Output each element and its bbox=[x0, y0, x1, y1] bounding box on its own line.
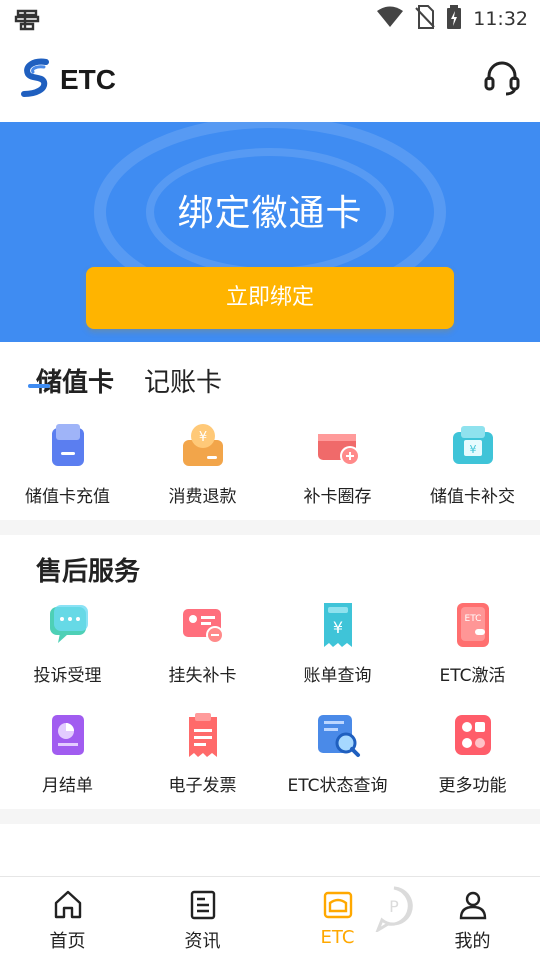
service-title: 售后服务 bbox=[36, 557, 141, 587]
profile-icon bbox=[459, 891, 486, 920]
status-time: 11:32 bbox=[473, 8, 528, 30]
card-topup-label: 储值卡充值 bbox=[25, 487, 110, 507]
wifi-icon bbox=[377, 6, 404, 32]
chat-icon bbox=[49, 605, 88, 643]
card-load-label: 补卡圈存 bbox=[303, 487, 372, 507]
invoice-button[interactable]: 电子发票 bbox=[135, 711, 270, 796]
monthly-statement-icon bbox=[51, 715, 84, 755]
blank-section bbox=[0, 824, 540, 876]
complaint-button[interactable]: 投诉受理 bbox=[0, 601, 135, 686]
status-query-label: ETC状态查询 bbox=[287, 776, 388, 796]
headset-icon[interactable] bbox=[482, 58, 522, 98]
home-icon bbox=[54, 890, 81, 919]
status-bar: 11:32 bbox=[0, 0, 540, 38]
invoice-icon bbox=[188, 713, 217, 757]
lost-card-label: 挂失补卡 bbox=[168, 666, 237, 686]
service-grid-row-2: 月结单 电子发票 ETC状态查询 更多功能 bbox=[0, 711, 540, 796]
more-icon bbox=[454, 715, 491, 755]
svg-text:¥: ¥ bbox=[332, 618, 342, 637]
nav-profile[interactable]: 我的 bbox=[405, 877, 540, 960]
monthly-statement-button[interactable]: 月结单 bbox=[0, 711, 135, 796]
card-section: 储值卡 记账卡 储值卡充值 ¥ 消费退款 补卡圈存 ¥ 储值卡补交 bbox=[0, 342, 540, 520]
watermark: P bbox=[374, 886, 414, 932]
wallet-icon: ¥ bbox=[452, 426, 493, 464]
more-functions-button[interactable]: 更多功能 bbox=[405, 711, 540, 796]
status-search-icon bbox=[317, 715, 360, 757]
card-topup-icon bbox=[51, 424, 84, 466]
card-load-button[interactable]: 补卡圈存 bbox=[270, 422, 405, 507]
card-topup-button[interactable]: 储值卡充值 bbox=[0, 422, 135, 507]
bill-query-button[interactable]: ¥ 账单查询 bbox=[270, 601, 405, 686]
no-sim-icon bbox=[415, 5, 435, 33]
svg-text:¥: ¥ bbox=[198, 430, 206, 445]
wallet-label: 储值卡补交 bbox=[430, 487, 515, 507]
card-load-icon bbox=[317, 434, 360, 466]
hero-title: 绑定徽通卡 bbox=[177, 193, 363, 234]
refund-label: 消费退款 bbox=[168, 487, 237, 507]
brand: ETC bbox=[20, 58, 116, 102]
invoice-label: 电子发票 bbox=[168, 776, 237, 796]
refund-icon: ¥ bbox=[182, 424, 223, 466]
app-header: ETC bbox=[0, 38, 540, 122]
etc-activate-button[interactable]: ETC ETC激活 bbox=[405, 601, 540, 686]
etc-activate-label: ETC激活 bbox=[439, 666, 506, 686]
svg-text:ETC: ETC bbox=[464, 614, 481, 624]
refund-button[interactable]: ¥ 消费退款 bbox=[135, 422, 270, 507]
nav-home-label: 首页 bbox=[49, 931, 86, 952]
card-tabs: 储值卡 记账卡 bbox=[36, 362, 222, 399]
wallet-button[interactable]: ¥ 储值卡补交 bbox=[405, 422, 540, 507]
nav-home[interactable]: 首页 bbox=[0, 877, 135, 960]
lost-card-icon bbox=[182, 609, 224, 644]
app-title: ETC bbox=[60, 64, 116, 95]
etc-logo bbox=[20, 58, 52, 102]
bill-query-label: 账单查询 bbox=[303, 666, 372, 686]
complaint-label: 投诉受理 bbox=[33, 666, 102, 686]
svg-text:P: P bbox=[389, 897, 399, 916]
news-icon bbox=[190, 890, 215, 920]
nav-news[interactable]: 资讯 bbox=[135, 877, 270, 960]
etc-nav-icon bbox=[323, 891, 352, 919]
etc-activate-icon: ETC bbox=[456, 603, 489, 647]
bind-now-button[interactable]: 立即绑定 bbox=[86, 267, 454, 329]
tab-stored-value-card[interactable]: 储值卡 bbox=[36, 362, 114, 399]
service-grid-row-1: 投诉受理 挂失补卡 ¥ 账单查询 ETC ETC激活 bbox=[0, 601, 540, 686]
lost-card-button[interactable]: 挂失补卡 bbox=[135, 601, 270, 686]
nav-news-label: 资讯 bbox=[184, 931, 221, 952]
bug-icon bbox=[14, 6, 40, 38]
battery-icon bbox=[447, 5, 462, 33]
service-section: 售后服务 投诉受理 挂失补卡 ¥ 账单查询 ETC ETC激活 月结单 电子发票… bbox=[0, 535, 540, 809]
more-functions-label: 更多功能 bbox=[438, 776, 507, 796]
bill-icon: ¥ bbox=[323, 603, 352, 647]
monthly-statement-label: 月结单 bbox=[42, 776, 93, 796]
nav-profile-label: 我的 bbox=[454, 931, 491, 952]
status-query-button[interactable]: ETC状态查询 bbox=[270, 711, 405, 796]
tab-charge-card[interactable]: 记账卡 bbox=[144, 362, 222, 399]
nav-etc-label: ETC bbox=[320, 927, 355, 948]
svg-text:¥: ¥ bbox=[469, 443, 476, 456]
card-actions-grid: 储值卡充值 ¥ 消费退款 补卡圈存 ¥ 储值卡补交 bbox=[0, 422, 540, 507]
active-tab-indicator bbox=[28, 384, 50, 388]
bottom-nav: 首页 资讯 ETC 我的 bbox=[0, 876, 540, 960]
